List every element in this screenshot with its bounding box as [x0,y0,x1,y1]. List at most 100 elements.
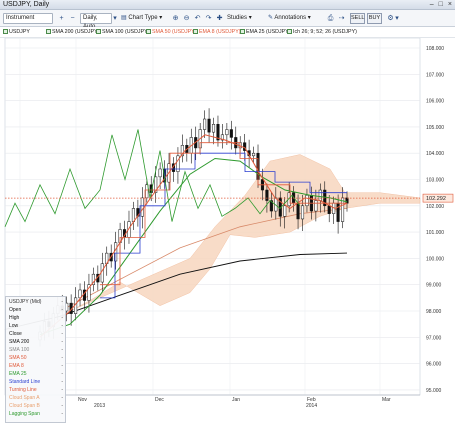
data-window-row: Turning Line - [9,387,67,393]
data-window-label: SMA 100 [9,347,30,353]
maximize-icon[interactable]: □ [439,1,443,8]
zoom-in-icon[interactable]: ⊕ [170,13,181,24]
instrument-input[interactable]: Instrument [3,13,53,24]
data-window-label: Low [9,323,19,329]
chart-canvas[interactable]: 108.000 107.000 106.000 105.000 104.000 103.0… [0,38,455,407]
minimize-icon[interactable]: – [430,1,434,8]
candle-body [131,208,135,222]
candle-body [305,195,309,207]
data-window-value: - [61,387,63,393]
data-window-value: - [61,331,63,337]
month-tick-label: Nov [78,397,87,403]
candle-body [283,205,287,217]
data-window-row: High - [9,315,67,321]
price-tick-label: 96.000 [426,362,442,368]
data-window-row: SMA 200 - [9,339,67,345]
price-chart[interactable]: 108.000 107.000 106.000 105.000 104.000 103.0… [0,38,455,423]
window-titlebar: USDJPY, Daily – □ × [0,0,455,10]
pencil-icon: ✎ [268,15,274,21]
data-window-label: SMA 50 [9,355,27,361]
price-tick-label: 100.000 [426,256,444,262]
chevron-down-icon[interactable]: ▾ [112,13,118,24]
print-icon[interactable]: ⎙ [325,13,336,24]
visibility-checkbox[interactable] [193,29,198,35]
legend-item[interactable]: EMA 25 (USDJPY) [240,29,290,36]
price-tick-label: 102.000 [426,204,444,210]
legend-item[interactable]: SMA 50 (USDJPY) [146,29,196,36]
zoom-out-icon[interactable]: ⊖ [181,13,192,24]
data-window-label: EMA 8 [9,363,24,369]
price-tick-label: 104.000 [426,151,444,157]
studies-button[interactable]: Studies ▾ [227,13,252,24]
data-window-label: Cloud Span B [9,403,40,409]
chart-type-button[interactable]: ▤ Chart Type ▾ [121,13,162,24]
visibility-checkbox[interactable] [3,29,8,35]
price-tick-label: 103.000 [426,178,444,184]
data-window-value: - [61,347,63,353]
price-tick-label: 97.000 [426,335,442,341]
chart-type-label: Chart Type [128,15,158,21]
data-window-label: EMA 25 [9,371,27,377]
add-icon[interactable]: + [56,13,67,24]
visibility-checkbox[interactable] [146,29,151,35]
undo-icon[interactable]: ↶ [192,13,203,24]
price-tick-label: 95.000 [426,388,442,394]
remove-icon[interactable]: − [67,13,78,24]
data-window-label: Standard Line [9,379,41,385]
candle-body [296,202,300,220]
legend-item-label: USDJPY [9,29,30,35]
annotations-label: Annotations [274,15,307,21]
visibility-checkbox[interactable] [287,29,292,35]
candle-body [211,124,216,133]
crosshair-icon[interactable]: ✚ [214,13,225,24]
interval-select[interactable]: Daily, Auto [80,13,112,30]
instrument-input-value: Instrument [6,15,35,21]
data-window-value: - [61,323,63,329]
visibility-checkbox[interactable] [240,29,245,35]
window-title: USDJPY, Daily [3,1,50,8]
candle-body [265,189,269,201]
price-tick-label: 105.000 [426,125,444,131]
data-window-value: - [61,411,63,417]
price-tick-label: 106.000 [426,99,444,105]
chevron-down-icon[interactable]: ▾ [394,13,400,24]
data-window-value: - [61,355,63,361]
buy-button[interactable]: BUY [367,13,382,24]
data-window-row: Standard Line - [9,379,67,385]
data-window-value: - [61,363,63,369]
data-window-row: Open - [9,307,67,313]
data-window-value: - [61,315,63,321]
legend-item[interactable]: USDJPY [3,29,30,36]
data-window-row: Low - [9,323,67,329]
data-window-row: EMA 8 - [9,363,67,369]
sell-button[interactable]: SELL [350,13,365,24]
legend-item-label: EMA 25 (USDJPY) [246,29,291,35]
candle-body [203,118,207,130]
data-window-value: - [61,371,63,377]
data-window-row: Close - [9,331,67,337]
legend-item[interactable]: EMA 8 (USDJPY) [193,29,241,36]
legend-item[interactable]: SMA 100 (USDJPY) [96,29,149,36]
studies-label: Studies [227,15,248,21]
visibility-checkbox[interactable] [96,29,101,35]
data-window-value: - [61,307,63,313]
price-tick-label: 108.000 [426,46,444,52]
candle-body [229,129,233,138]
legend-item-label: Ich 26; 9; 52; 26 (USDJPY) [293,29,357,35]
current-price-label: 102.292 [426,196,446,202]
data-window-label: Close [9,331,22,337]
visibility-checkbox[interactable] [46,29,51,35]
price-tick-label: 98.000 [426,309,442,315]
export-icon[interactable]: ⇢ [336,13,347,24]
redo-icon[interactable]: ↷ [203,13,214,24]
annotations-button[interactable]: ✎ Annotations ▾ [268,13,311,24]
data-window: USDJPY (Mid) - Open - High - Low - Close - SMA 200… [5,296,66,423]
legend-item[interactable]: Ich 26; 9; 52; 26 (USDJPY) [287,29,357,36]
data-window-label: Open [9,307,22,313]
legend-item[interactable]: SMA 200 (USDJPY) [46,29,99,36]
bar-chart-icon: ▤ [121,15,127,21]
close-icon[interactable]: × [448,1,452,8]
legend-item-label: SMA 200 (USDJPY) [52,29,100,35]
data-window-label: USDJPY (Mid) [9,299,42,305]
data-window-row: Lagging Span - [9,411,67,417]
